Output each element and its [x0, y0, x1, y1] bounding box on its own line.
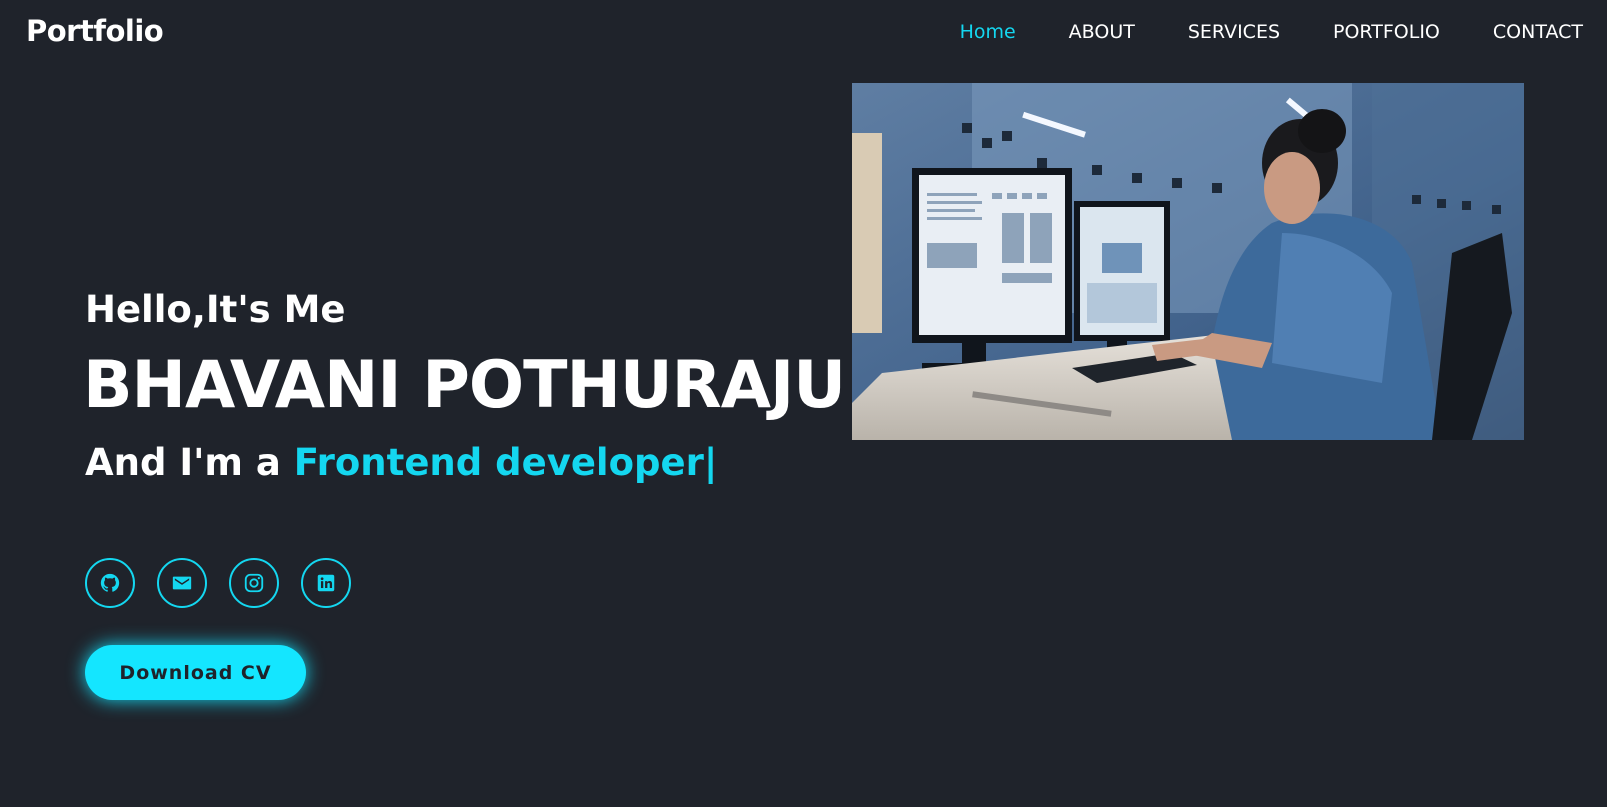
nav-about[interactable]: ABOUT [1069, 21, 1135, 43]
github-link[interactable] [85, 558, 135, 608]
download-cv-button[interactable]: Download CV [85, 645, 306, 700]
nav-portfolio[interactable]: PORTFOLIO [1333, 21, 1440, 43]
role-prefix: And I'm a [85, 441, 294, 484]
logo[interactable]: Portfolio [26, 14, 164, 48]
greeting-text: Hello,It's Me [85, 288, 346, 331]
role-highlight: Frontend developer [293, 441, 704, 484]
instagram-link[interactable] [229, 558, 279, 608]
hero-image [852, 83, 1524, 440]
linkedin-link[interactable] [301, 558, 351, 608]
site-header: Portfolio Home ABOUT SERVICES PORTFOLIO … [0, 0, 1607, 70]
mail-link[interactable] [157, 558, 207, 608]
mail-icon [172, 576, 192, 590]
nav-services[interactable]: SERVICES [1188, 21, 1280, 43]
hero-name: BHAVANI POTHURAJU [83, 348, 846, 423]
nav-home[interactable]: Home [960, 21, 1016, 43]
typing-cursor: | [703, 441, 718, 484]
main-nav: Home ABOUT SERVICES PORTFOLIO CONTACT [907, 21, 1583, 43]
nav-contact[interactable]: CONTACT [1493, 21, 1583, 43]
github-icon [100, 573, 120, 592]
role-line: And I'm a Frontend developer| [85, 441, 717, 484]
instagram-icon [244, 573, 264, 593]
social-links [85, 558, 373, 608]
linkedin-icon [317, 574, 335, 592]
